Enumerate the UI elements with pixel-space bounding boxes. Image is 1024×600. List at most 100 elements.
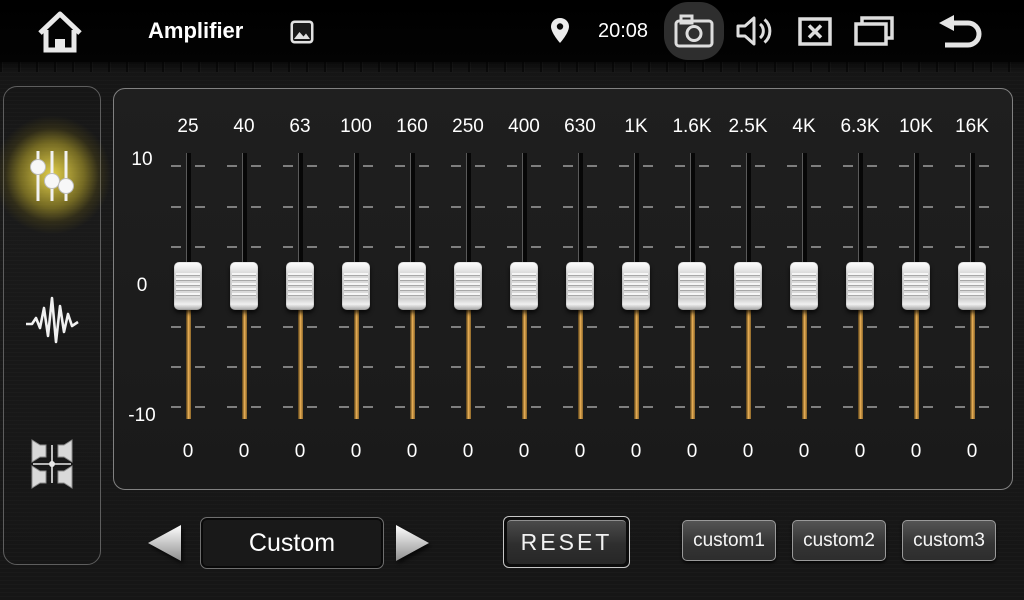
thumb-ribs bbox=[624, 273, 648, 298]
scale-tick bbox=[475, 366, 485, 368]
scale-tick bbox=[507, 206, 517, 208]
scale-tick bbox=[419, 406, 429, 408]
eq-slider-thumb[interactable] bbox=[902, 262, 930, 310]
sidebar bbox=[3, 86, 101, 565]
thumb-ribs bbox=[792, 273, 816, 298]
sliders-icon bbox=[27, 147, 77, 205]
scale-tick bbox=[475, 326, 485, 328]
scale-tick bbox=[755, 165, 765, 167]
preset-next-button[interactable] bbox=[394, 523, 432, 563]
speakers-crosshair-icon bbox=[25, 437, 79, 491]
reset-button[interactable]: RESET bbox=[503, 516, 630, 568]
custom1-button[interactable]: custom1 bbox=[682, 520, 776, 561]
back-button[interactable] bbox=[934, 15, 986, 49]
eq-slider-thumb[interactable] bbox=[174, 262, 202, 310]
eq-slider-thumb[interactable] bbox=[622, 262, 650, 310]
scale-tick bbox=[475, 165, 485, 167]
scale-tick bbox=[899, 206, 909, 208]
scale-tick bbox=[195, 246, 205, 248]
scale-tick bbox=[619, 206, 629, 208]
scale-tick bbox=[395, 406, 405, 408]
scale-tick bbox=[195, 406, 205, 408]
eq-slider-thumb[interactable] bbox=[454, 262, 482, 310]
scale-tick bbox=[251, 366, 261, 368]
eq-slider-thumb[interactable] bbox=[230, 262, 258, 310]
scale-tick bbox=[587, 366, 597, 368]
scale-tick bbox=[643, 406, 653, 408]
scale-tick bbox=[475, 206, 485, 208]
eq-slider-thumb[interactable] bbox=[566, 262, 594, 310]
clock: 20:08 bbox=[590, 0, 656, 62]
scale-tick bbox=[195, 326, 205, 328]
scale-tick bbox=[307, 366, 317, 368]
eq-slider-thumb[interactable] bbox=[678, 262, 706, 310]
scale-tick bbox=[619, 326, 629, 328]
scale-tick bbox=[171, 406, 181, 408]
sidebar-item-balance-fader[interactable] bbox=[4, 409, 100, 519]
volume-button[interactable] bbox=[733, 13, 775, 49]
eq-slider-thumb[interactable] bbox=[398, 262, 426, 310]
camera-button[interactable] bbox=[664, 2, 724, 60]
custom2-button[interactable]: custom2 bbox=[792, 520, 886, 561]
scale-tick bbox=[843, 246, 853, 248]
scale-tick bbox=[363, 366, 373, 368]
scale-tick bbox=[363, 406, 373, 408]
eq-slider-thumb[interactable] bbox=[958, 262, 986, 310]
scale-tick bbox=[339, 406, 349, 408]
eq-band: 400 0 bbox=[496, 89, 552, 489]
scale-tick bbox=[923, 246, 933, 248]
scale-tick bbox=[587, 165, 597, 167]
eq-band-value: 0 bbox=[664, 440, 720, 464]
scale-tick bbox=[227, 326, 237, 328]
scale-tick bbox=[843, 326, 853, 328]
scale-tick bbox=[643, 246, 653, 248]
scale-tick bbox=[979, 326, 989, 328]
scale-tick bbox=[195, 165, 205, 167]
image-icon bbox=[289, 19, 315, 45]
scale-tick bbox=[587, 206, 597, 208]
thumb-ribs bbox=[456, 273, 480, 298]
eq-slider-thumb[interactable] bbox=[342, 262, 370, 310]
eq-band-value: 0 bbox=[496, 440, 552, 464]
scale-tick bbox=[195, 206, 205, 208]
preset-prev-button[interactable] bbox=[145, 523, 183, 563]
sidebar-item-sound-effects[interactable] bbox=[4, 265, 100, 375]
custom3-button[interactable]: custom3 bbox=[902, 520, 996, 561]
scale-tick bbox=[251, 206, 261, 208]
eq-slider-thumb[interactable] bbox=[846, 262, 874, 310]
eq-band: 16K 0 bbox=[944, 89, 1000, 489]
scale-tick bbox=[587, 246, 597, 248]
close-app-button[interactable] bbox=[796, 16, 834, 46]
eq-band-value: 0 bbox=[216, 440, 272, 464]
scale-tick bbox=[699, 406, 709, 408]
scale-tick bbox=[531, 326, 541, 328]
preset-selector[interactable]: Custom bbox=[200, 517, 384, 569]
eq-slider-thumb[interactable] bbox=[734, 262, 762, 310]
scale-tick bbox=[843, 206, 853, 208]
eq-slider-thumb[interactable] bbox=[286, 262, 314, 310]
scale-tick bbox=[843, 406, 853, 408]
recent-apps-button[interactable] bbox=[851, 14, 897, 48]
scale-tick bbox=[507, 165, 517, 167]
scale-tick bbox=[227, 406, 237, 408]
scale-tick bbox=[923, 326, 933, 328]
scale-tick bbox=[171, 165, 181, 167]
eq-slider-thumb[interactable] bbox=[790, 262, 818, 310]
scale-tick bbox=[675, 406, 685, 408]
eq-slider-thumb[interactable] bbox=[510, 262, 538, 310]
scale-tick bbox=[307, 246, 317, 248]
scale-tick bbox=[307, 326, 317, 328]
scale-tick bbox=[339, 246, 349, 248]
scale-tick bbox=[643, 326, 653, 328]
thumb-ribs bbox=[288, 273, 312, 298]
eq-band-freq-label: 400 bbox=[496, 115, 552, 139]
scale-tick bbox=[507, 246, 517, 248]
sidebar-item-equalizer[interactable] bbox=[4, 121, 100, 231]
eq-band-freq-label: 1.6K bbox=[664, 115, 720, 139]
scale-tick bbox=[395, 246, 405, 248]
scale-tick bbox=[811, 366, 821, 368]
scale-tick bbox=[363, 165, 373, 167]
home-button[interactable] bbox=[32, 8, 88, 54]
scale-tick bbox=[899, 246, 909, 248]
wallpaper-button[interactable] bbox=[289, 19, 315, 45]
